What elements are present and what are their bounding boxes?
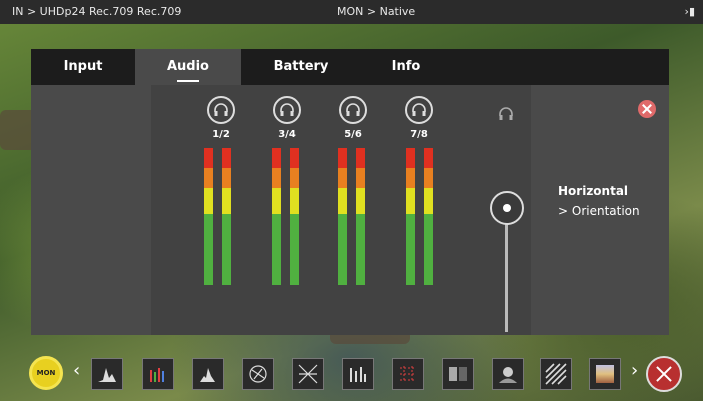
level-meter	[204, 148, 213, 285]
orientation-title[interactable]: Horizontal	[558, 184, 628, 198]
histogram-icon[interactable]	[192, 358, 224, 390]
waveform-icon[interactable]	[91, 358, 123, 390]
grid-icon[interactable]	[392, 358, 424, 390]
tab-input[interactable]: Input	[31, 49, 135, 85]
crosshatch-icon[interactable]	[292, 358, 324, 390]
level-meter	[406, 148, 415, 285]
chevron-right-icon[interactable]: ›	[631, 360, 638, 381]
exit-button[interactable]	[646, 356, 682, 392]
tab-battery[interactable]: Battery	[241, 49, 361, 85]
level-meter	[338, 148, 347, 285]
vectorscope-icon[interactable]	[142, 358, 174, 390]
rgb-icon[interactable]	[342, 358, 374, 390]
orientation-subtitle[interactable]: > Orientation	[558, 204, 640, 218]
chevron-left-icon[interactable]: ‹	[73, 360, 80, 381]
slider-dot	[503, 204, 511, 212]
headphone-icon[interactable]	[273, 96, 301, 124]
battery-indicator: ›▮	[684, 5, 695, 18]
parade-icon[interactable]	[242, 358, 274, 390]
level-meter	[290, 148, 299, 285]
level-meter	[424, 148, 433, 285]
channel-label: 1/2	[212, 129, 230, 140]
headphone-icon[interactable]	[405, 96, 433, 124]
headphone-icon[interactable]	[207, 96, 235, 124]
level-meter	[222, 148, 231, 285]
false-color-icon[interactable]	[589, 358, 621, 390]
focus-icon[interactable]	[492, 358, 524, 390]
level-meter	[356, 148, 365, 285]
level-meter	[272, 148, 281, 285]
status-bar: IN > UHDp24 Rec.709 Rec.709 MON > Native…	[0, 0, 703, 24]
zebra-icon[interactable]	[540, 358, 572, 390]
mon-button[interactable]: MON	[29, 356, 63, 390]
input-status: IN > UHDp24 Rec.709 Rec.709	[12, 5, 182, 18]
channel-label: 7/8	[410, 129, 428, 140]
active-tab-indicator	[177, 80, 199, 82]
tab-bar: Input Audio Battery Info	[31, 49, 669, 85]
tab-info[interactable]: Info	[361, 49, 451, 85]
close-button[interactable]	[638, 100, 656, 118]
monitor-status[interactable]: MON > Native	[337, 5, 415, 18]
tab-audio[interactable]: Audio	[135, 49, 241, 85]
headphone-icon[interactable]	[339, 96, 367, 124]
headphone-volume-icon	[499, 107, 513, 120]
channel-label: 3/4	[278, 129, 296, 140]
settings-panel: Input Audio Battery Info 1/2 3/4 5/6 7/8	[31, 49, 669, 335]
volume-slider-thumb[interactable]	[490, 191, 524, 225]
channel-label: 5/6	[344, 129, 362, 140]
compare-icon[interactable]	[442, 358, 474, 390]
